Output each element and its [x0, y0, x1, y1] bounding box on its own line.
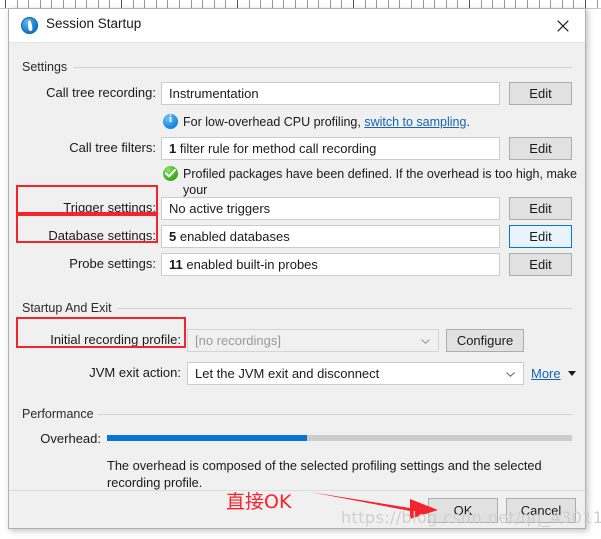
ok-button[interactable]: OK [428, 498, 498, 523]
field-call-tree-recording[interactable]: Instrumentation [161, 82, 500, 105]
initial-recording-profile-select[interactable]: [no recordings] [187, 329, 439, 352]
field-call-tree-filters-text: filter rule for method call recording [176, 141, 376, 156]
annotation-note: 直接OK [226, 487, 291, 514]
caret-down-icon [568, 364, 576, 379]
hint-call-tree-recording: For low-overhead CPU profiling, switch t… [183, 114, 470, 130]
group-divider-startup [117, 308, 572, 309]
close-icon[interactable] [541, 9, 585, 41]
edit-trigger-settings-button[interactable]: Edit [509, 197, 572, 220]
field-database-settings-text: enabled databases [176, 229, 289, 244]
hint-filters-line1: Profiled packages have been defined. If … [183, 167, 577, 197]
dialog-titlebar: Session Startup [9, 9, 585, 43]
chevron-down-icon [421, 339, 430, 344]
field-probe-settings-count: 11 [169, 257, 183, 272]
field-database-settings[interactable]: 5 enabled databases [161, 225, 500, 248]
field-call-tree-filters[interactable]: 1 filter rule for method call recording [161, 137, 500, 160]
dialog-title: Session Startup [46, 16, 141, 31]
overhead-description-line2: profile. [164, 475, 202, 490]
label-jvm-exit-action: JVM exit action: [29, 365, 181, 380]
jvm-exit-action-select[interactable]: Let the JVM exit and disconnect [187, 362, 524, 385]
label-database-settings: Database settings: [29, 228, 156, 243]
overhead-progress-fill [107, 435, 307, 441]
more-link-label[interactable]: More [531, 366, 561, 381]
more-options-link[interactable]: More [531, 364, 576, 381]
field-trigger-settings-value: No active triggers [169, 201, 270, 216]
label-initial-recording-profile: Initial recording profile: [29, 332, 181, 347]
label-trigger-settings: Trigger settings: [33, 200, 156, 215]
edit-database-settings-button[interactable]: Edit [509, 225, 572, 248]
label-overhead: Overhead: [39, 431, 101, 446]
field-trigger-settings[interactable]: No active triggers [161, 197, 500, 220]
overhead-description: The overhead is composed of the selected… [107, 457, 557, 491]
group-title-settings: Settings [22, 60, 73, 74]
field-probe-settings[interactable]: 11 enabled built-in probes [161, 253, 500, 276]
label-probe-settings: Probe settings: [33, 256, 156, 271]
group-title-performance: Performance [22, 407, 100, 421]
label-call-tree-recording: Call tree recording: [24, 85, 156, 100]
configure-recording-profile-button[interactable]: Configure [446, 329, 524, 352]
initial-recording-profile-value: [no recordings] [195, 333, 281, 348]
jprofiler-flame-icon [21, 17, 38, 34]
cancel-button[interactable]: Cancel [506, 498, 576, 523]
group-title-startup-and-exit: Startup And Exit [22, 301, 118, 315]
edit-call-tree-recording-button[interactable]: Edit [509, 82, 572, 105]
hint-text-before: For low-overhead CPU profiling, [183, 115, 364, 129]
chevron-down-icon [506, 372, 515, 377]
label-call-tree-filters: Call tree filters: [24, 140, 156, 155]
session-startup-dialog: Session Startup Settings Call tree recor… [8, 8, 586, 529]
overhead-progress-track [107, 435, 572, 441]
jvm-exit-action-value: Let the JVM exit and disconnect [195, 366, 379, 381]
footer-divider [9, 490, 585, 491]
field-call-tree-recording-value: Instrumentation [169, 86, 259, 101]
info-icon [163, 114, 178, 129]
group-divider-settings [74, 67, 572, 68]
group-divider-performance [98, 414, 572, 415]
check-circle-icon [163, 166, 178, 181]
edit-call-tree-filters-button[interactable]: Edit [509, 137, 572, 160]
edit-probe-settings-button[interactable]: Edit [509, 253, 572, 276]
field-probe-settings-text: enabled built-in probes [183, 257, 318, 272]
hint-text-after: . [466, 115, 469, 129]
switch-to-sampling-link-1[interactable]: switch to sampling [364, 115, 466, 129]
